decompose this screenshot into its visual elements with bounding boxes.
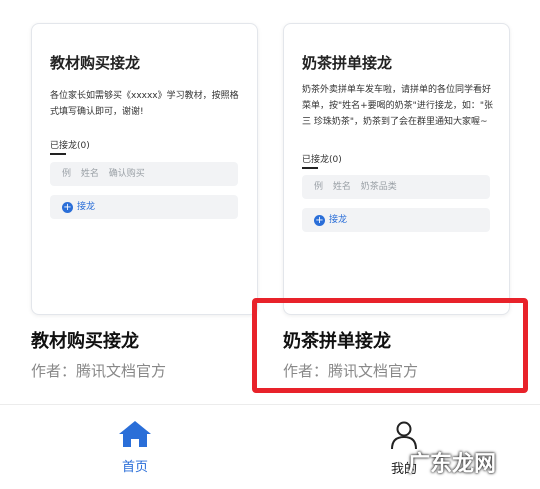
join-button-label: 接龙 (77, 202, 96, 212)
join-button[interactable]: + 接龙 (302, 208, 490, 232)
highlight-box (252, 298, 528, 393)
template-title[interactable]: 教材购买接龙 (31, 327, 139, 353)
card-description: 各位家长如需够买《xxxxx》学习教材，按照格式填写确认即可，谢谢! (50, 91, 239, 117)
plus-icon: + (62, 201, 73, 213)
joined-count-label: 已接龙(0) (302, 155, 342, 165)
card-title: 教材购买接龙 (50, 54, 141, 72)
example-label: 例 (62, 169, 72, 179)
example-entry-row: 例 姓名 确认购买 (50, 162, 238, 186)
tab-underline (302, 167, 318, 169)
home-icon (119, 421, 151, 447)
example-entry-row: 例 姓名 奶茶品类 (302, 175, 490, 199)
item-field-label: 确认购买 (108, 169, 145, 179)
watermark: 广东龙网 (408, 452, 497, 477)
join-button[interactable]: + 接龙 (50, 195, 238, 219)
plus-icon: + (314, 214, 325, 226)
template-author: 作者：腾讯文档官方 (31, 362, 167, 380)
example-label: 例 (314, 182, 324, 192)
template-card-milk-tea[interactable]: 奶茶拼单接龙 奶茶外卖拼单车发车啦，请拼单的各位同学看好菜单，按"姓名+要喝的奶… (283, 23, 510, 315)
card-title: 奶茶拼单接龙 (302, 54, 393, 72)
nav-divider (0, 404, 540, 405)
nav-home-label: 首页 (121, 460, 148, 475)
tab-underline (50, 153, 66, 155)
join-button-label: 接龙 (329, 215, 348, 225)
card-description: 奶茶外卖拼单车发车啦，请拼单的各位同学看好菜单，按"姓名+要喝的奶茶"进行接龙，… (302, 85, 493, 127)
item-field-label: 奶茶品类 (360, 182, 397, 192)
name-field-label: 姓名 (332, 182, 351, 192)
joined-count-label: 已接龙(0) (50, 141, 90, 151)
name-field-label: 姓名 (80, 169, 99, 179)
nav-home[interactable]: 首页 (95, 420, 175, 475)
template-card-textbook[interactable]: 教材购买接龙 各位家长如需够买《xxxxx》学习教材，按照格式填写确认即可，谢谢… (31, 23, 258, 315)
